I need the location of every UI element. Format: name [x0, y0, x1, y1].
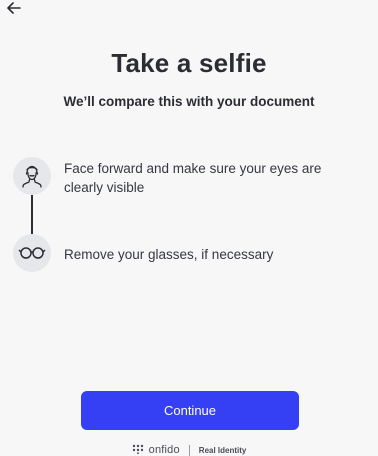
steps-connector [31, 195, 33, 234]
page-subtitle: We’ll compare this with your document [63, 94, 315, 109]
glasses-icon [13, 234, 51, 272]
arrow-left-icon [7, 1, 21, 19]
step-text-remove-glasses: Remove your glasses, if necessary [64, 247, 274, 262]
brand-name: onfido [148, 444, 180, 456]
face-icon [13, 157, 51, 195]
selfie-intro-screen: Take a selfie We’ll compare this with yo… [0, 0, 378, 456]
footer-divider [188, 444, 190, 456]
step-text-face-forward: Face forward and make sure your eyes are… [64, 161, 322, 195]
back-button[interactable] [6, 2, 22, 18]
continue-button[interactable]: Continue [81, 391, 299, 430]
page-title: Take a selfie [111, 48, 267, 78]
onfido-logo-icon [132, 441, 144, 456]
brand-tagline: Real Identity [198, 445, 247, 455]
footer-branding: onfido Real Identity [0, 441, 378, 456]
